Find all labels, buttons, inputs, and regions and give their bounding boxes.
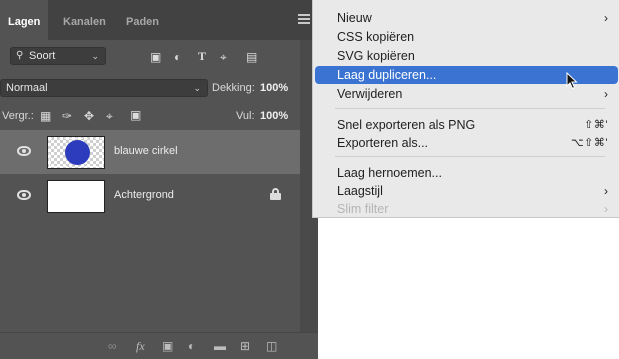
layer-name[interactable]: blauwe cirkel [114, 145, 178, 157]
menu-item-svg-kopieren[interactable]: SVG kopiëren [315, 47, 618, 65]
search-icon: ⚲ [16, 50, 24, 61]
fill-label: Vul: [236, 110, 255, 122]
shape-filter-icon[interactable]: ⌖ [220, 50, 227, 64]
submenu-arrow-icon: › [604, 11, 608, 25]
lock-pixels-brush-icon[interactable]: ✑ [62, 109, 72, 123]
tab-paden[interactable]: Paden [126, 0, 159, 40]
menu-item-label: Snel exporteren als PNG [337, 118, 476, 132]
menu-item-label: Laag hernoemen... [337, 166, 442, 180]
visibility-eye-icon[interactable] [17, 190, 31, 200]
type-filter-icon[interactable]: T [198, 49, 206, 63]
menu-item-label: CSS kopiëren [337, 30, 415, 44]
menu-item-label: Laag dupliceren... [337, 68, 437, 82]
menu-item-laag-hernoemen[interactable]: Laag hernoemen... [315, 164, 618, 182]
menu-item-snel-exporteren[interactable]: Snel exporteren als PNG ⇧⌘' [315, 116, 618, 134]
layer-row-achtergrond[interactable]: Achtergrond [0, 174, 300, 218]
layer-thumbnail [47, 180, 105, 213]
adjustment-layer-icon[interactable]: ◐ [188, 339, 195, 353]
menu-item-slim-filter: Slim filter › [315, 200, 618, 218]
menu-item-laagstijl[interactable]: Laagstijl › [315, 182, 618, 200]
opacity-label: Dekking: [212, 82, 255, 94]
menu-item-exporteren-als[interactable]: Exporteren als... ⌥⇧⌘' [315, 134, 618, 152]
blend-row: Normaal ⌄ Dekking: 100% ⌄ [0, 78, 318, 98]
filter-row: ⚲ Soort ⌄ ▣ ◐ T ⌖ ▤ [0, 46, 318, 66]
layer-thumbnail [47, 136, 105, 169]
menu-item-label: Nieuw [337, 11, 372, 25]
visibility-eye-icon[interactable] [17, 146, 31, 156]
panel-menu-icon[interactable] [298, 14, 310, 24]
shortcut-label: ⌥⇧⌘' [571, 137, 608, 149]
menu-separator [335, 108, 605, 109]
lock-all-icon[interactable]: ▣ [130, 108, 141, 122]
new-layer-icon[interactable]: ⊞ [240, 339, 250, 353]
chevron-down-icon: ⌄ [91, 51, 99, 61]
fill-value[interactable]: 100% [260, 109, 288, 123]
adjustment-filter-icon[interactable]: ◐ [174, 50, 181, 64]
trash-icon[interactable]: ◫ [266, 339, 277, 353]
fx-icon[interactable]: fx [136, 339, 145, 353]
submenu-arrow-icon: › [604, 87, 608, 101]
lock-position-icon[interactable]: ✥ [84, 109, 94, 123]
lock-transparency-icon[interactable]: ▦ [40, 109, 51, 123]
menu-separator [335, 156, 605, 157]
menu-item-label: SVG kopiëren [337, 49, 415, 63]
mouse-pointer-icon [566, 72, 578, 90]
lock-icon [270, 188, 281, 200]
chevron-down-icon: ⌄ [193, 83, 201, 93]
menu-item-label: Exporteren als... [337, 136, 429, 150]
new-group-folder-icon[interactable]: ▬ [214, 339, 226, 353]
context-menu: Nieuw › CSS kopiëren SVG kopiëren Laag d… [312, 0, 619, 218]
layers-bottom-toolbar: ∞ fx ▣ ◐ ▬ ⊞ ◫ [0, 332, 318, 359]
blend-mode-value: Normaal [6, 82, 48, 94]
menu-item-css-kopieren[interactable]: CSS kopiëren [315, 28, 618, 46]
smart-object-filter-icon[interactable]: ▤ [246, 50, 257, 64]
layers-panel: Lagen Kanalen Paden ⚲ Soort ⌄ ▣ ◐ T ⌖ ▤ … [0, 0, 318, 359]
tab-kanalen[interactable]: Kanalen [63, 0, 106, 40]
add-mask-icon[interactable]: ▣ [162, 339, 173, 353]
image-filter-icon[interactable]: ▣ [150, 50, 161, 64]
filter-kind-label: Soort [29, 50, 56, 62]
panel-tabs: Lagen Kanalen Paden [0, 0, 318, 40]
menu-item-label: Verwijderen [337, 87, 403, 101]
layer-name[interactable]: Achtergrond [114, 189, 174, 201]
link-layers-icon[interactable]: ∞ [108, 339, 117, 353]
lock-label: Vergr.: [2, 110, 34, 122]
tab-lagen[interactable]: Lagen [0, 0, 49, 40]
menu-item-label: Slim filter [337, 202, 389, 216]
filter-kind-select[interactable]: ⚲ Soort ⌄ [10, 47, 106, 65]
shortcut-label: ⇧⌘' [584, 119, 608, 131]
submenu-arrow-icon: › [604, 184, 608, 198]
blue-circle-shape [65, 140, 90, 165]
blend-mode-select[interactable]: Normaal ⌄ [0, 79, 208, 97]
submenu-arrow-icon: › [604, 202, 608, 216]
menu-item-nieuw[interactable]: Nieuw › [315, 9, 618, 27]
menu-item-label: Laagstijl [337, 184, 383, 198]
lock-row: Vergr.: ▦ ✑ ✥ ⌖ ▣ Vul: 100% ⌄ [0, 106, 318, 126]
opacity-value[interactable]: 100% [260, 81, 288, 95]
lock-artboard-icon[interactable]: ⌖ [106, 109, 113, 123]
layer-row-blauwe-cirkel[interactable]: blauwe cirkel [0, 130, 300, 174]
